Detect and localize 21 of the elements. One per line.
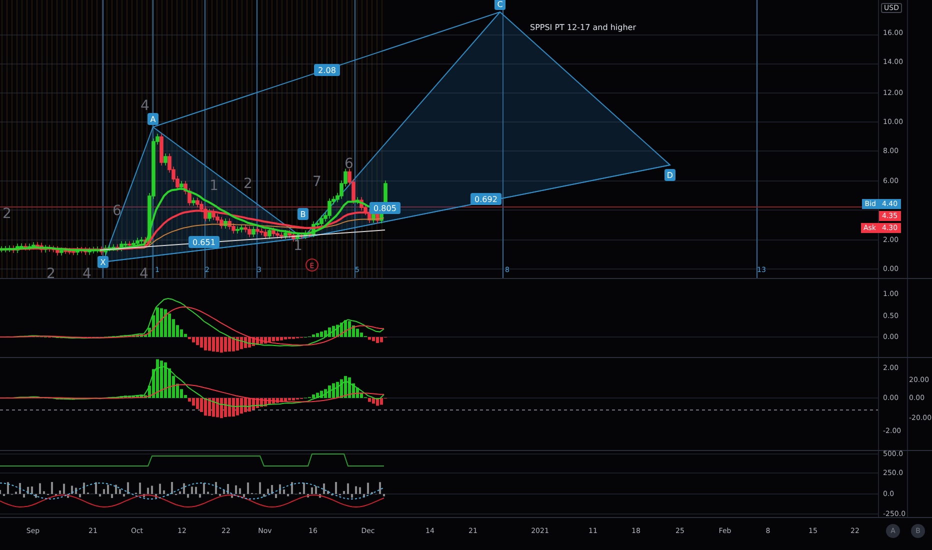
wave-count-label: 4 bbox=[140, 98, 150, 114]
wave-count-label: 6 bbox=[344, 156, 354, 172]
wave-count-label: 4 bbox=[82, 266, 92, 278]
wave-count-label: 1 bbox=[210, 178, 218, 194]
annotation-text: SPPSI PT 12-17 and higher bbox=[530, 23, 636, 32]
pattern-point-label: A bbox=[148, 113, 158, 125]
pattern-point-label: B bbox=[298, 208, 308, 220]
ratio-label: 2.08 bbox=[314, 64, 340, 76]
ratio-label: 0.692 bbox=[470, 193, 502, 205]
wave-count-label: 6 bbox=[112, 203, 122, 219]
wave-count-label: 1 bbox=[294, 238, 302, 254]
wave-count-label: 2 bbox=[46, 266, 56, 278]
pattern-point-label: D bbox=[664, 169, 676, 181]
ratio-label: 0.651 bbox=[188, 236, 220, 248]
pattern-point-label: C bbox=[494, 0, 506, 10]
wave-count-label: 2 bbox=[244, 176, 252, 192]
pattern-point-label: X bbox=[98, 256, 108, 268]
wave-count-label: 7 bbox=[312, 174, 322, 190]
wave-count-label: 4 bbox=[140, 266, 148, 278]
ratio-label: 0.805 bbox=[370, 202, 400, 214]
wave-count-label: 2 bbox=[2, 206, 12, 222]
